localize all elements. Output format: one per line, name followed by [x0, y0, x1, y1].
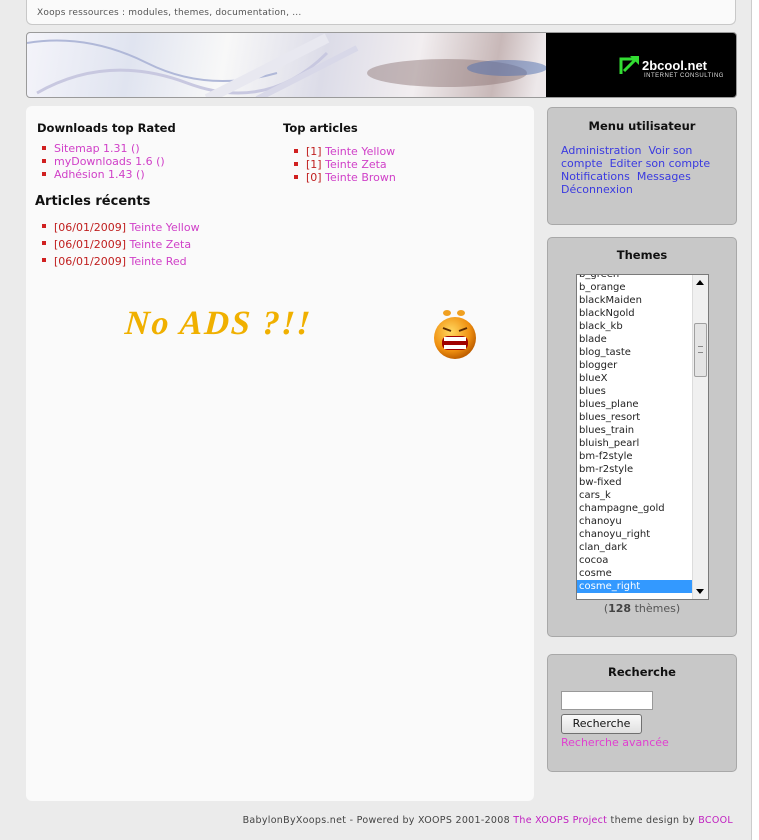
theme-option[interactable]: blackMaiden: [577, 294, 694, 307]
theme-option[interactable]: blog_taste: [577, 346, 694, 359]
page-right-edge: [751, 0, 759, 840]
search-title: Recherche: [608, 665, 676, 679]
bcool-link[interactable]: BCOOL: [698, 815, 733, 826]
search-block: Recherche Recherche Recherche avancée: [547, 654, 737, 772]
article-link[interactable]: Teinte Red: [129, 255, 186, 268]
article-count: [0]: [306, 171, 322, 184]
xoops-project-link[interactable]: The XOOPS Project: [513, 815, 607, 826]
theme-option[interactable]: blade: [577, 333, 694, 346]
search-button[interactable]: Recherche: [561, 714, 642, 734]
article-link[interactable]: Teinte Yellow: [325, 145, 395, 158]
logo-text: 2bcool.net: [642, 58, 708, 73]
theme-option[interactable]: cars_k: [577, 489, 694, 502]
list-item[interactable]: myDownloads 1.6 (): [37, 155, 165, 168]
footer-credit: BabylonByXoops.net - Powered by XOOPS 20…: [242, 815, 514, 826]
theme-option[interactable]: bluish_pearl: [577, 437, 694, 450]
theme-option[interactable]: clan_dark: [577, 541, 694, 554]
grip-icon: [698, 346, 703, 353]
site-slogan: Xoops ressources : modules, themes, docu…: [37, 8, 302, 18]
list-item[interactable]: Sitemap 1.31 (): [37, 142, 165, 155]
advanced-search-link[interactable]: Recherche avancée: [561, 736, 669, 749]
theme-count-value: 128: [608, 602, 632, 615]
top-articles-list: [1] Teinte Yellow [1] Teinte Zeta [0] Te…: [289, 145, 396, 184]
user-menu-title: Menu utilisateur: [588, 119, 696, 133]
theme-option[interactable]: chanoyu_right: [577, 528, 694, 541]
search-input[interactable]: [561, 691, 653, 710]
article-link[interactable]: Teinte Zeta: [129, 238, 191, 251]
download-link[interactable]: Adhésion 1.43 (): [54, 168, 145, 181]
banner-artwork: [27, 33, 547, 97]
footer-design-text: theme design by: [607, 815, 699, 826]
themes-title: Themes: [616, 248, 668, 262]
article-link[interactable]: Teinte Zeta: [325, 158, 387, 171]
recent-articles-list: [06/01/2009] Teinte Yellow [06/01/2009] …: [37, 220, 200, 271]
theme-option[interactable]: b_orange: [577, 281, 694, 294]
list-item[interactable]: [1] Teinte Yellow: [289, 145, 396, 158]
theme-option[interactable]: bm-r2style: [577, 463, 694, 476]
article-count: [1]: [306, 145, 322, 158]
downloads-title: Downloads top Rated: [37, 121, 176, 135]
article-date: [06/01/2009]: [54, 255, 126, 268]
theme-option[interactable]: blues: [577, 385, 694, 398]
main-content: Downloads top Rated Sitemap 1.31 () myDo…: [26, 106, 534, 801]
theme-option[interactable]: chanoyu: [577, 515, 694, 528]
theme-option[interactable]: bm-f2style: [577, 450, 694, 463]
logo-subtitle: INTERNET CONSULTING: [644, 73, 724, 79]
downloads-list: Sitemap 1.31 () myDownloads 1.6 () Adhés…: [37, 142, 165, 181]
list-item[interactable]: [06/01/2009] Teinte Red: [37, 254, 200, 271]
scroll-up-icon[interactable]: [696, 280, 704, 285]
theme-count: (128 thèmes): [548, 602, 736, 615]
menu-link-edit-account[interactable]: Editer son compte: [610, 157, 711, 170]
list-item[interactable]: [06/01/2009] Teinte Yellow: [37, 220, 200, 237]
article-date: [06/01/2009]: [54, 238, 126, 251]
theme-option[interactable]: b_green: [577, 275, 694, 281]
logo-block[interactable]: 2bcool.net INTERNET CONSULTING: [546, 33, 736, 97]
user-menu-block: Menu utilisateur Administration Voir son…: [547, 107, 737, 225]
theme-option[interactable]: blues_train: [577, 424, 694, 437]
theme-option[interactable]: champagne_gold: [577, 502, 694, 515]
theme-option[interactable]: cosme_right: [577, 580, 694, 593]
theme-option[interactable]: cosme: [577, 567, 694, 580]
article-count: [1]: [306, 158, 322, 171]
theme-option[interactable]: blues_resort: [577, 411, 694, 424]
recent-articles-title: Articles récents: [35, 194, 151, 209]
green-arrow-icon: [619, 56, 639, 74]
list-item[interactable]: [1] Teinte Zeta: [289, 158, 396, 171]
download-link[interactable]: myDownloads 1.6 (): [54, 155, 165, 168]
footer: BabylonByXoops.net - Powered by XOOPS 20…: [0, 815, 733, 826]
theme-option[interactable]: blueX: [577, 372, 694, 385]
menu-link-logout[interactable]: Déconnexion: [561, 183, 633, 196]
article-link[interactable]: Teinte Brown: [325, 171, 396, 184]
menu-link-administration[interactable]: Administration: [561, 144, 642, 157]
header-banner[interactable]: 2bcool.net INTERNET CONSULTING: [26, 32, 737, 98]
article-link[interactable]: Teinte Yellow: [129, 221, 199, 234]
theme-option[interactable]: black_kb: [577, 320, 694, 333]
themes-block: Themes b_green b_orange blackMaiden blackNg…: [547, 237, 737, 637]
theme-option[interactable]: bw-fixed: [577, 476, 694, 489]
no-ads-banner: No ADS ?!!: [123, 305, 314, 342]
theme-select-list[interactable]: b_green b_orange blackMaiden blackNgold blac…: [576, 274, 709, 600]
top-articles-title: Top articles: [283, 121, 358, 135]
theme-option[interactable]: blues_plane: [577, 398, 694, 411]
screaming-smiley-icon: [434, 310, 476, 359]
scroll-thumb[interactable]: [694, 323, 707, 377]
top-bar: Xoops ressources : modules, themes, docu…: [26, 0, 736, 25]
scroll-down-icon[interactable]: [696, 589, 704, 594]
theme-count-suffix: thèmes): [631, 602, 681, 615]
theme-option[interactable]: cocoa: [577, 554, 694, 567]
menu-link-notifications[interactable]: Notifications: [561, 170, 630, 183]
download-link[interactable]: Sitemap 1.31 (): [54, 142, 140, 155]
theme-option[interactable]: blogger: [577, 359, 694, 372]
theme-option[interactable]: blackNgold: [577, 307, 694, 320]
list-item[interactable]: Adhésion 1.43 (): [37, 168, 165, 181]
list-item[interactable]: [0] Teinte Brown: [289, 171, 396, 184]
theme-options[interactable]: b_green b_orange blackMaiden blackNgold blac…: [577, 275, 694, 593]
list-item[interactable]: [06/01/2009] Teinte Zeta: [37, 237, 200, 254]
menu-link-messages[interactable]: Messages: [637, 170, 691, 183]
article-date: [06/01/2009]: [54, 221, 126, 234]
user-menu-links: Administration Voir son compte Editer so…: [561, 144, 731, 196]
theme-list-scrollbar[interactable]: [692, 275, 708, 599]
